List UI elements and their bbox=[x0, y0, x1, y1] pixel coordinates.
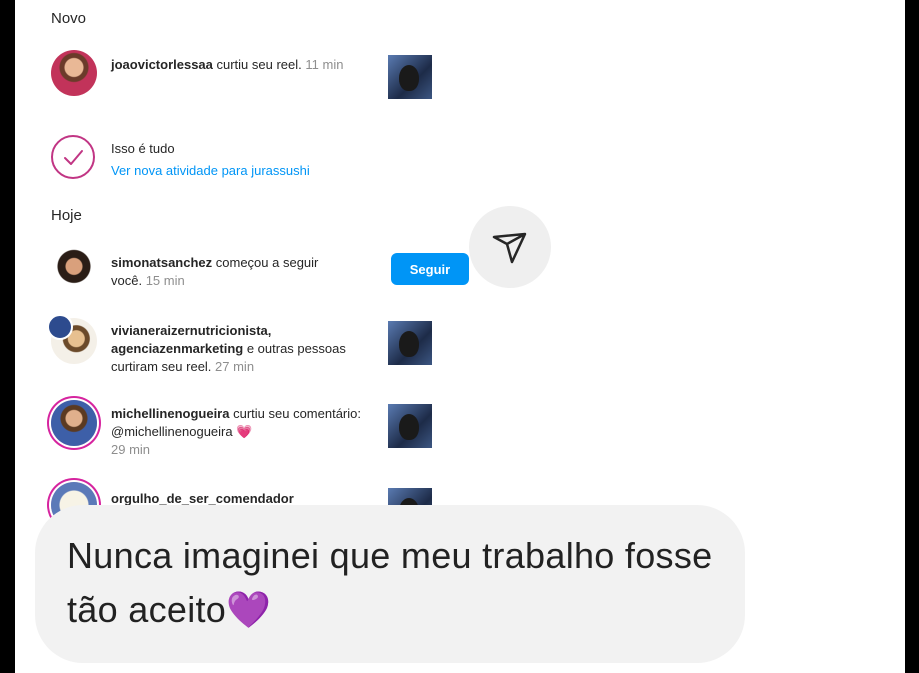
username[interactable]: michellinenogueira bbox=[111, 406, 229, 421]
timestamp: 11 min bbox=[301, 57, 344, 72]
check-icon bbox=[51, 135, 95, 179]
all-caught-up-title: Isso é tudo bbox=[111, 141, 175, 156]
notification-text: joaovictorlessaa curtiu seu reel. 11 min bbox=[111, 57, 344, 72]
timestamp: 27 min bbox=[211, 359, 255, 374]
notification-item[interactable]: vivianeraizernutricionista, agenciazenma… bbox=[47, 314, 451, 382]
follow-button[interactable]: Seguir bbox=[391, 253, 469, 285]
avatar[interactable] bbox=[51, 400, 97, 446]
section-title-hoje: Hoje bbox=[51, 207, 82, 224]
activity-screen: Novo joaovictorlessaa curtiu seu reel. 1… bbox=[15, 0, 905, 673]
all-caught-up: Isso é tudo Ver nova atividade para jura… bbox=[51, 134, 451, 182]
username[interactable]: agenciazenmarketing bbox=[111, 341, 243, 356]
notification-item[interactable]: michellinenogueira curtiu seu comentário… bbox=[51, 400, 451, 464]
heart-emoji: 💗 bbox=[236, 424, 253, 439]
avatar[interactable] bbox=[51, 50, 97, 96]
section-title-novo: Novo bbox=[51, 10, 87, 27]
notification-text: simonatsanchez começou a seguir você. 15… bbox=[111, 255, 319, 288]
reel-thumbnail[interactable] bbox=[388, 321, 432, 365]
caption-bubble: Nunca imaginei que meu trabalho fosse tã… bbox=[35, 505, 745, 663]
username[interactable]: orgulho_de_ser_comendador bbox=[111, 491, 294, 506]
paper-plane-icon bbox=[492, 232, 527, 264]
notification-text: michellinenogueira curtiu seu comentário… bbox=[111, 406, 361, 457]
username[interactable]: vivianeraizernutricionista, bbox=[111, 323, 271, 338]
reel-thumbnail[interactable] bbox=[388, 404, 432, 448]
username[interactable]: joaovictorlessaa bbox=[111, 57, 213, 72]
reel-thumbnail[interactable] bbox=[388, 55, 432, 99]
timestamp: 29 min bbox=[111, 442, 151, 457]
notification-item[interactable]: joaovictorlessaa curtiu seu reel. 11 min bbox=[51, 50, 451, 102]
caption-text: Nunca imaginei que meu trabalho fosse tã… bbox=[67, 535, 713, 630]
timestamp: 15 min bbox=[142, 273, 185, 288]
new-activity-link[interactable]: Ver nova atividade para jurassushi bbox=[111, 160, 411, 182]
avatar-secondary bbox=[47, 314, 73, 340]
send-button[interactable] bbox=[469, 206, 551, 288]
avatar[interactable] bbox=[51, 248, 97, 294]
username[interactable]: simonatsanchez bbox=[111, 255, 212, 270]
notification-text: vivianeraizernutricionista, agenciazenma… bbox=[111, 323, 346, 374]
notification-item[interactable]: simonatsanchez começou a seguir você. 15… bbox=[51, 248, 469, 298]
